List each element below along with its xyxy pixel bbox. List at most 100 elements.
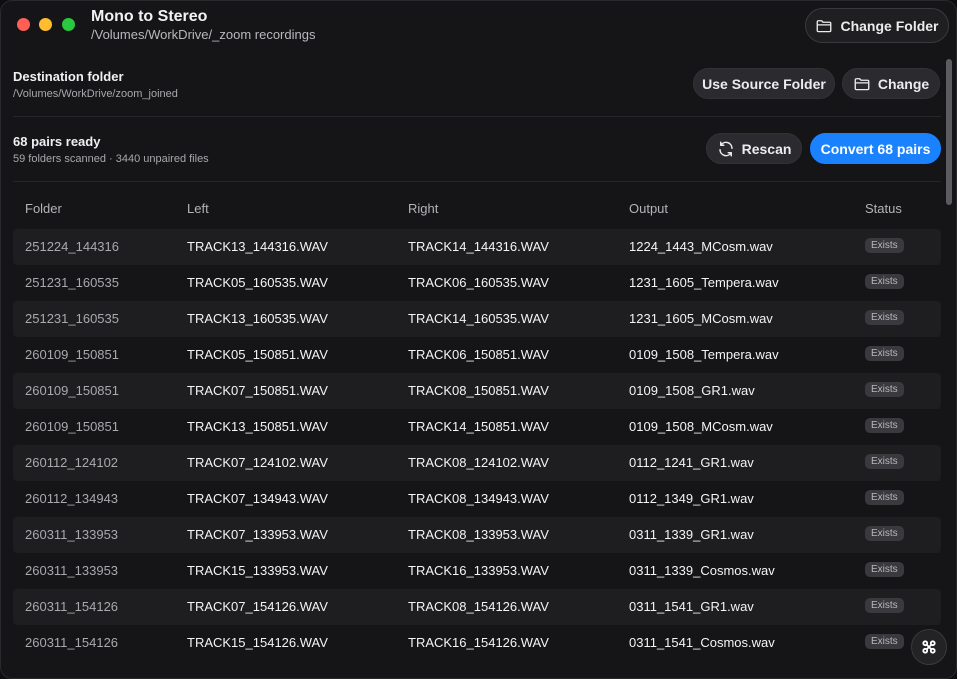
destination-label: Destination folder bbox=[13, 69, 124, 84]
cell-output: 0109_1508_MCosm.wav bbox=[629, 419, 773, 434]
cell-folder: 260311_133953 bbox=[25, 527, 119, 542]
status-badge: Exists bbox=[865, 346, 904, 361]
app-title: Mono to Stereo bbox=[91, 8, 208, 25]
table-row[interactable]: 260109_150851 TRACK05_150851.WAV TRACK06_1… bbox=[13, 337, 941, 373]
status-badge: Exists bbox=[865, 382, 904, 397]
cell-right: TRACK06_160535.WAV bbox=[408, 275, 549, 290]
zoom-window-button[interactable] bbox=[62, 18, 75, 31]
cell-folder: 260109_150851 bbox=[25, 419, 119, 434]
source-path: /Volumes/WorkDrive/_zoom recordings bbox=[91, 27, 316, 42]
rescan-label: Rescan bbox=[741, 140, 792, 157]
cell-left: TRACK05_150851.WAV bbox=[187, 347, 328, 362]
floating-action-button[interactable] bbox=[911, 629, 947, 665]
status-badge: Exists bbox=[865, 562, 904, 577]
header-output: Output bbox=[629, 201, 669, 216]
table-row[interactable]: 260109_150851 TRACK07_150851.WAV TRACK08_1… bbox=[13, 373, 941, 409]
table-row[interactable]: 260109_150851 TRACK13_150851.WAV TRACK14_1… bbox=[13, 409, 941, 445]
table-body: 251224_144316 TRACK13_144316.WAV TRACK14_1… bbox=[13, 229, 941, 661]
cell-left: TRACK13_160535.WAV bbox=[187, 311, 328, 326]
change-folder-button[interactable]: Change Folder bbox=[805, 8, 949, 43]
cell-output: 1231_1605_MCosm.wav bbox=[629, 311, 773, 326]
bottom-fade bbox=[1, 659, 956, 678]
cell-right: TRACK08_150851.WAV bbox=[408, 383, 549, 398]
cell-right: TRACK08_133953.WAV bbox=[408, 527, 549, 542]
table-row[interactable]: 260311_154126 TRACK15_154126.WAV TRACK16_1… bbox=[13, 625, 941, 661]
table-row[interactable]: 260112_124102 TRACK07_124102.WAV TRACK08_1… bbox=[13, 445, 941, 481]
cell-output: 0311_1339_Cosmos.wav bbox=[629, 563, 775, 578]
status-badge: Exists bbox=[865, 274, 904, 289]
cell-output: 0311_1339_GR1.wav bbox=[629, 527, 754, 542]
cell-left: TRACK13_150851.WAV bbox=[187, 419, 328, 434]
table-row[interactable]: 260311_133953 TRACK07_133953.WAV TRACK08_1… bbox=[13, 517, 941, 553]
cell-right: TRACK08_154126.WAV bbox=[408, 599, 549, 614]
use-source-folder-button[interactable]: Use Source Folder bbox=[693, 68, 835, 99]
cell-folder: 260109_150851 bbox=[25, 383, 119, 398]
cell-folder: 260311_154126 bbox=[25, 635, 119, 650]
cell-right: TRACK14_160535.WAV bbox=[408, 311, 549, 326]
scrollbar[interactable] bbox=[946, 59, 952, 205]
cell-left: TRACK07_124102.WAV bbox=[187, 455, 328, 470]
cell-left: TRACK07_150851.WAV bbox=[187, 383, 328, 398]
cell-left: TRACK13_144316.WAV bbox=[187, 239, 328, 254]
cell-right: TRACK16_133953.WAV bbox=[408, 563, 549, 578]
cell-left: TRACK05_160535.WAV bbox=[187, 275, 328, 290]
status-badge: Exists bbox=[865, 490, 904, 505]
apps-icon bbox=[922, 640, 936, 654]
rescan-button[interactable]: Rescan bbox=[706, 133, 802, 164]
header-left: Left bbox=[187, 201, 209, 216]
app-window: Mono to Stereo /Volumes/WorkDrive/_zoom … bbox=[0, 0, 957, 679]
pairs-ready-label: 68 pairs ready bbox=[13, 134, 101, 149]
use-source-folder-label: Use Source Folder bbox=[702, 75, 826, 92]
cell-output: 0112_1241_GR1.wav bbox=[629, 455, 754, 470]
divider bbox=[13, 181, 941, 182]
cell-folder: 260311_133953 bbox=[25, 563, 119, 578]
minimize-window-button[interactable] bbox=[39, 18, 52, 31]
change-folder-label: Change Folder bbox=[840, 17, 939, 34]
pairs-table: Folder Left Right Output Status 251224_1… bbox=[13, 191, 941, 661]
cell-folder: 260112_124102 bbox=[25, 455, 119, 470]
status-badge: Exists bbox=[865, 238, 904, 253]
status-badge: Exists bbox=[865, 310, 904, 325]
cell-left: TRACK15_154126.WAV bbox=[187, 635, 328, 650]
convert-pairs-label: Convert 68 pairs bbox=[820, 140, 931, 157]
folder-icon bbox=[817, 19, 832, 32]
status-badge: Exists bbox=[865, 418, 904, 433]
table-row[interactable]: 260311_133953 TRACK15_133953.WAV TRACK16_1… bbox=[13, 553, 941, 589]
cell-right: TRACK06_150851.WAV bbox=[408, 347, 549, 362]
header-right: Right bbox=[408, 201, 439, 216]
cell-output: 0112_1349_GR1.wav bbox=[629, 491, 754, 506]
cell-left: TRACK15_133953.WAV bbox=[187, 563, 328, 578]
cell-output: 0109_1508_GR1.wav bbox=[629, 383, 755, 398]
table-row[interactable]: 251224_144316 TRACK13_144316.WAV TRACK14_1… bbox=[13, 229, 941, 265]
cell-left: TRACK07_134943.WAV bbox=[187, 491, 328, 506]
cell-output: 1231_1605_Tempera.wav bbox=[629, 275, 779, 290]
scan-summary: 59 folders scanned · 3440 unpaired files bbox=[13, 153, 209, 165]
status-badge: Exists bbox=[865, 454, 904, 469]
cell-folder: 251231_160535 bbox=[25, 275, 119, 290]
status-badge: Exists bbox=[865, 598, 904, 613]
refresh-icon bbox=[718, 141, 733, 156]
convert-pairs-button[interactable]: Convert 68 pairs bbox=[810, 133, 941, 164]
divider bbox=[13, 116, 941, 117]
table-header: Folder Left Right Output Status bbox=[13, 191, 941, 229]
cell-folder: 260109_150851 bbox=[25, 347, 119, 362]
cell-right: TRACK08_124102.WAV bbox=[408, 455, 549, 470]
folder-icon bbox=[854, 77, 870, 90]
cell-output: 0109_1508_Tempera.wav bbox=[629, 347, 779, 362]
cell-folder: 260311_154126 bbox=[25, 599, 119, 614]
cell-output: 1224_1443_MCosm.wav bbox=[629, 239, 773, 254]
table-row[interactable]: 260311_154126 TRACK07_154126.WAV TRACK08_1… bbox=[13, 589, 941, 625]
cell-right: TRACK16_154126.WAV bbox=[408, 635, 549, 650]
table-row[interactable]: 251231_160535 TRACK05_160535.WAV TRACK06_1… bbox=[13, 265, 941, 301]
table-row[interactable]: 260112_134943 TRACK07_134943.WAV TRACK08_1… bbox=[13, 481, 941, 517]
cell-right: TRACK08_134943.WAV bbox=[408, 491, 549, 506]
close-window-button[interactable] bbox=[17, 18, 30, 31]
change-destination-button[interactable]: Change bbox=[842, 68, 940, 99]
header-status: Status bbox=[865, 201, 902, 216]
table-row[interactable]: 251231_160535 TRACK13_160535.WAV TRACK14_1… bbox=[13, 301, 941, 337]
cell-right: TRACK14_150851.WAV bbox=[408, 419, 549, 434]
cell-folder: 260112_134943 bbox=[25, 491, 119, 506]
status-badge: Exists bbox=[865, 634, 904, 649]
cell-right: TRACK14_144316.WAV bbox=[408, 239, 549, 254]
header-folder: Folder bbox=[25, 201, 62, 216]
